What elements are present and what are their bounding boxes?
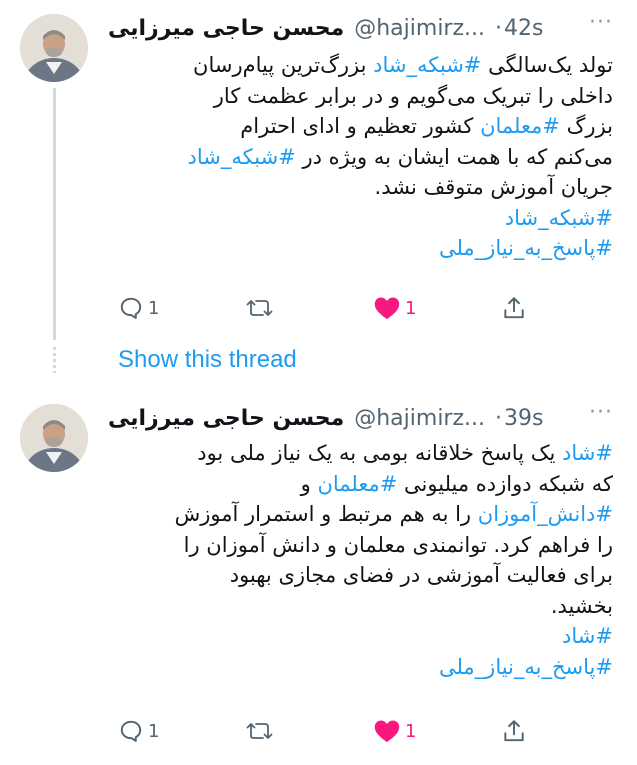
tweet-text: #شاد یک پاسخ خلاقانه بومی به یک نیاز ملی…: [108, 438, 613, 682]
like-button[interactable]: 1: [373, 290, 416, 326]
hashtag-link[interactable]: #پاسخ_به_نیاز_ملی: [439, 236, 613, 260]
reply-icon: [120, 297, 142, 319]
username[interactable]: @hajimirz...: [354, 16, 485, 41]
separator-dot: ·: [495, 405, 502, 431]
tweet-text-line: که شبکه دوازده میلیونی #معلمان و: [108, 469, 613, 500]
username[interactable]: @hajimirz...: [354, 406, 485, 431]
like-count: 1: [405, 297, 417, 319]
tweet-text-line: بزرگ #معلمان کشور تعظیم و ادای احترام: [108, 111, 613, 142]
retweet-button[interactable]: [246, 290, 274, 326]
hashtag-link[interactable]: #شبکه_شاد: [505, 206, 613, 230]
hashtag-link[interactable]: #شاد: [562, 624, 613, 648]
display-name[interactable]: محسن حاجی میرزایی: [108, 406, 344, 431]
text-segment: بخشید.: [550, 593, 613, 618]
avatar[interactable]: [20, 14, 88, 82]
text-segment: که شبکه دوازده میلیونی: [397, 471, 613, 496]
heart-icon-filled: [374, 297, 400, 320]
retweet-button[interactable]: [246, 713, 274, 749]
hashtag-link[interactable]: #پاسخ_به_نیاز_ملی: [439, 655, 613, 679]
heart-icon-filled: [374, 720, 400, 743]
reply-count: 1: [148, 720, 160, 742]
display-name[interactable]: محسن حاجی میرزایی: [108, 16, 344, 41]
thread-connector: [53, 88, 56, 340]
tweet-text-line: #پاسخ_به_نیاز_ملی: [108, 233, 613, 264]
hashtag-link[interactable]: #معلمان: [317, 472, 397, 496]
tweet-header: محسن حاجی میرزایی @hajimirz... · 42s ···: [108, 10, 627, 44]
tweet-text-line: جریان آموزش متوقف نشد.: [108, 172, 613, 203]
text-segment: داخلی را تبریک می‌گویم و در برابر عظمت ک…: [213, 83, 613, 108]
more-icon[interactable]: ···: [589, 10, 613, 35]
text-segment: بزرگ: [559, 114, 613, 138]
retweet-icon: [246, 723, 273, 739]
show-thread-link[interactable]: Show this thread: [118, 346, 297, 374]
tweet-text-line: #شبکه_شاد: [108, 203, 613, 234]
tweet-text-line: را فراهم کرد. توانمندی معلمان و دانش آمو…: [108, 530, 613, 561]
text-segment: تولد یک‌سالگی: [481, 53, 613, 77]
tweet-header: محسن حاجی میرزایی @hajimirz... · 39s ···: [108, 400, 627, 434]
retweet-icon: [246, 300, 273, 316]
text-segment: برای فعالیت آموزشی در فضای مجازی بهبود: [229, 563, 613, 587]
tweet-1[interactable]: محسن حاجی میرزایی @hajimirz... · 42s ···…: [0, 0, 637, 345]
hashtag-link[interactable]: #معلمان: [480, 114, 560, 138]
reply-icon: [120, 720, 142, 742]
thread-dots: [53, 347, 56, 373]
tweet-text-line: می‌کنم که با همت ایشان به ویژه در #شبکه_…: [108, 142, 613, 173]
share-button[interactable]: [501, 290, 527, 326]
text-segment: جریان آموزش متوقف نشد.: [374, 175, 613, 199]
tweet-text-line: #پاسخ_به_نیاز_ملی: [108, 652, 613, 683]
like-count: 1: [405, 720, 417, 742]
tweet-text-line: #شاد یک پاسخ خلاقانه بومی به یک نیاز ملی…: [108, 438, 613, 469]
timestamp[interactable]: 42s: [504, 16, 543, 41]
share-icon: [504, 297, 524, 319]
like-button[interactable]: 1: [373, 713, 416, 749]
text-segment: را به هم مرتبط و استمرار آموزش: [174, 502, 478, 526]
text-segment: می‌کنم که با همت ایشان به ویژه در: [295, 144, 613, 169]
tweet-actions: 1 1: [108, 713, 548, 749]
reply-button[interactable]: 1: [118, 713, 159, 749]
separator-dot: ·: [495, 15, 502, 41]
tweet-text: تولد یک‌سالگی #شبکه_شاد بزرگ‌ترین پیام‌ر…: [108, 50, 613, 264]
tweet-text-line: بخشید.: [108, 591, 613, 622]
reply-button[interactable]: 1: [118, 290, 159, 326]
text-segment: را فراهم کرد. توانمندی معلمان و دانش آمو…: [183, 532, 613, 557]
hashtag-link[interactable]: #شبکه_شاد: [188, 145, 296, 169]
hashtag-link[interactable]: #شاد: [562, 441, 613, 465]
tweet-actions: 1 1: [108, 290, 548, 326]
reply-count: 1: [148, 297, 160, 319]
text-segment: یک پاسخ خلاقانه بومی به یک نیاز ملی بود: [197, 441, 563, 465]
tweet-2[interactable]: محسن حاجی میرزایی @hajimirz... · 39s ···…: [0, 392, 637, 765]
avatar[interactable]: [20, 404, 88, 472]
more-icon[interactable]: ···: [589, 400, 613, 425]
tweet-text-line: برای فعالیت آموزشی در فضای مجازی بهبود: [108, 560, 613, 591]
tweet-text-line: #شاد: [108, 621, 613, 652]
text-segment: بزرگ‌ترین پیام‌رسان: [193, 53, 374, 77]
hashtag-link[interactable]: #دانش_آموزان: [478, 502, 613, 526]
share-button[interactable]: [501, 713, 527, 749]
share-icon: [504, 720, 524, 742]
tweet-text-line: تولد یک‌سالگی #شبکه_شاد بزرگ‌ترین پیام‌ر…: [108, 50, 613, 81]
tweet-text-line: داخلی را تبریک می‌گویم و در برابر عظمت ک…: [108, 81, 613, 112]
tweet-text-line: #دانش_آموزان را به هم مرتبط و استمرار آم…: [108, 499, 613, 530]
text-segment: کشور تعظیم و ادای احترام: [240, 114, 481, 138]
text-segment: و: [300, 471, 318, 496]
hashtag-link[interactable]: #شبکه_شاد: [373, 53, 481, 77]
timestamp[interactable]: 39s: [504, 406, 543, 431]
